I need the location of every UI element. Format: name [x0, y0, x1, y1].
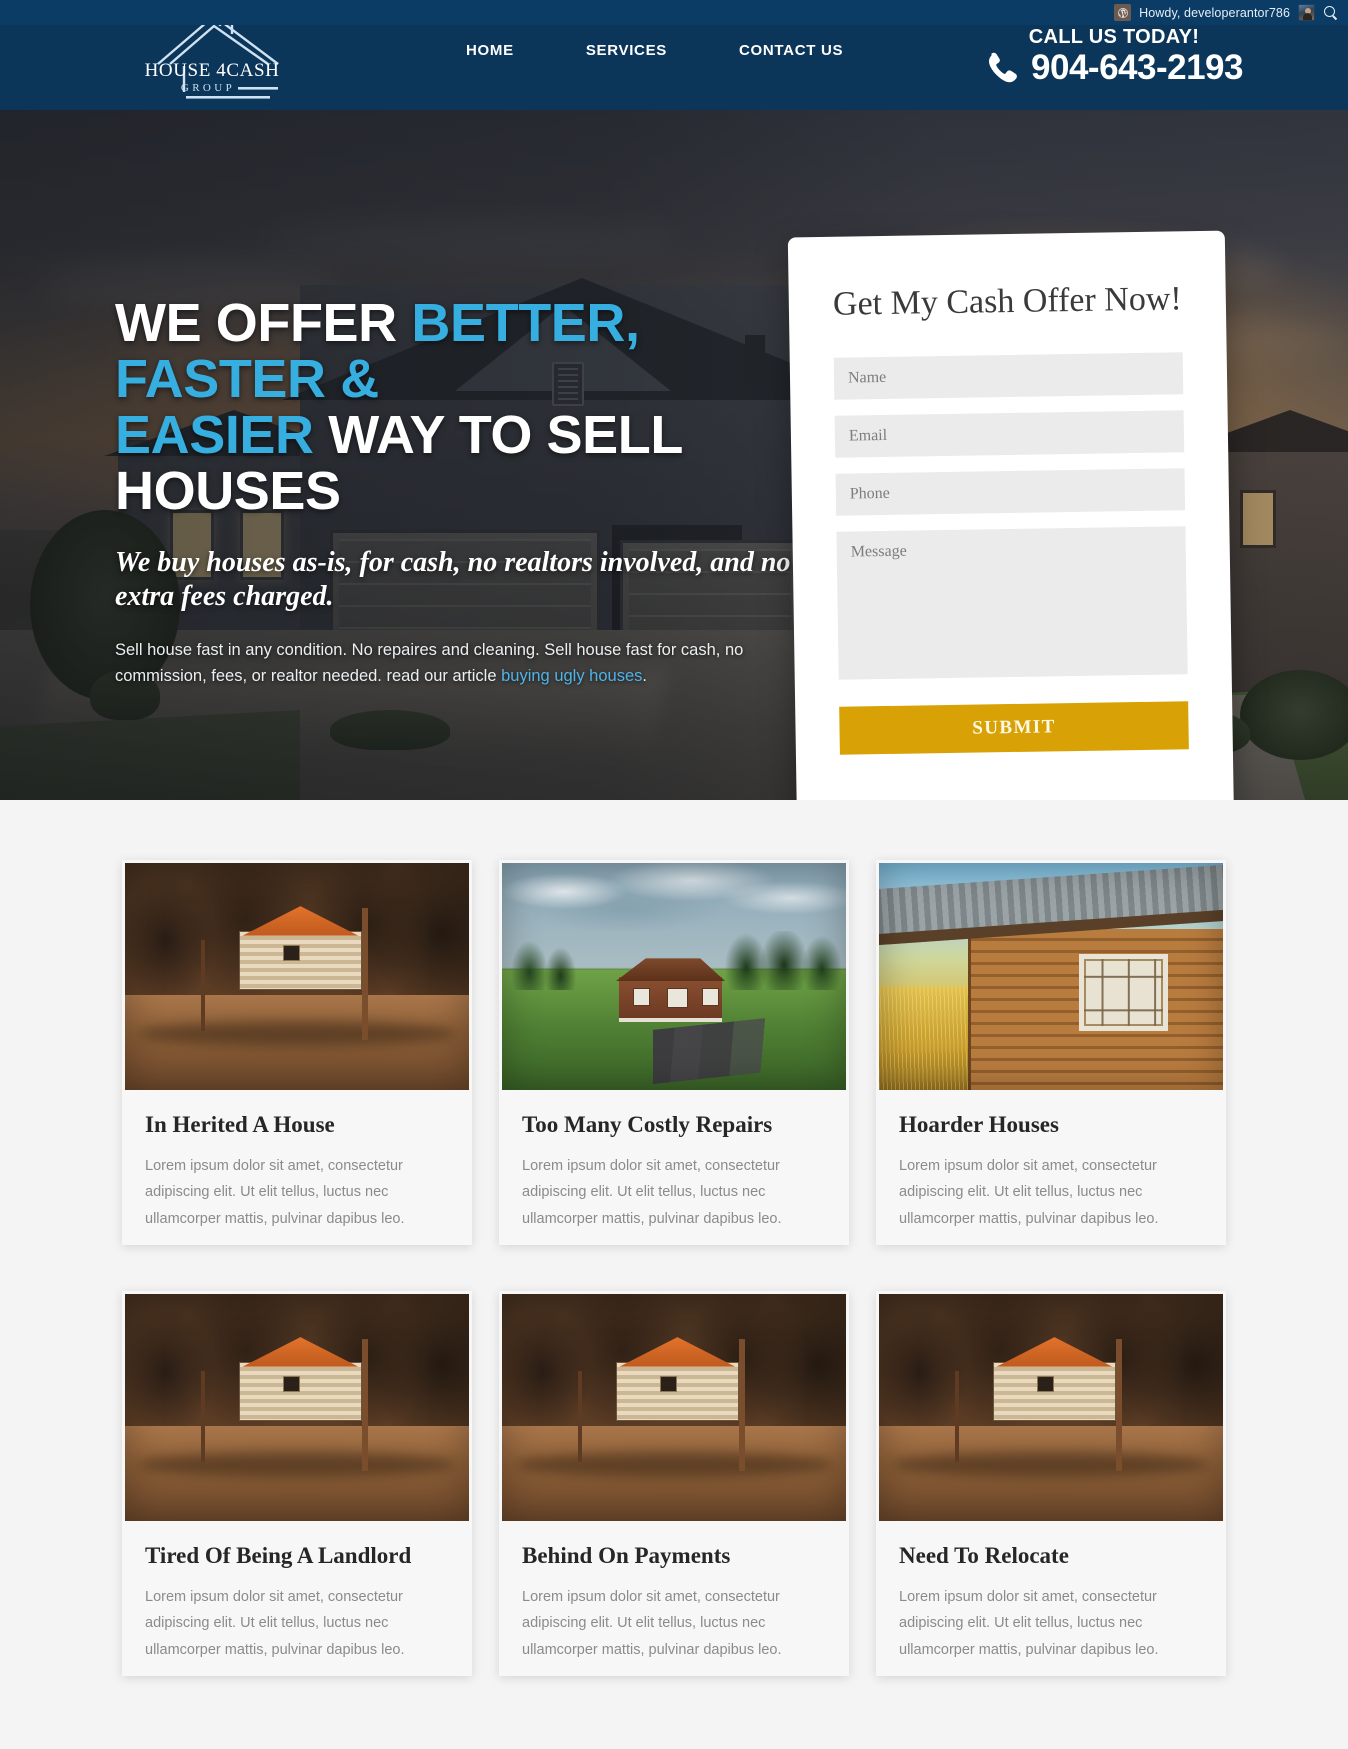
situation-card[interactable]: Behind On Payments Lorem ipsum dolor sit… — [499, 1291, 849, 1676]
card-image-wooden-cabin-window — [879, 863, 1223, 1090]
card-image-log-cabin-dirt-road — [125, 1294, 469, 1521]
svg-text:GROUP: GROUP — [181, 82, 235, 94]
card-title: Too Many Costly Repairs — [522, 1112, 773, 1137]
situation-card[interactable]: Hoarder Houses Lorem ipsum dolor sit ame… — [876, 860, 1226, 1245]
search-icon[interactable] — [1323, 5, 1338, 20]
situations-grid: In Herited A House Lorem ipsum dolor sit… — [122, 860, 1227, 1676]
hero-paragraph-end: . — [642, 666, 647, 685]
card-title: Behind On Payments — [522, 1543, 731, 1568]
avatar[interactable] — [1298, 4, 1315, 21]
hero-headline-accent2: EASIER — [115, 405, 314, 466]
nav-item-home[interactable]: HOME — [430, 42, 550, 59]
card-text: Lorem ipsum dolor sit amet, consectetur … — [899, 1157, 1159, 1228]
situation-card[interactable]: Tired Of Being A Landlord Lorem ipsum do… — [122, 1291, 472, 1676]
svg-text:HOUSE 4CASH: HOUSE 4CASH — [145, 60, 280, 81]
card-image-log-cabin-dirt-road — [502, 1294, 846, 1521]
card-text: Lorem ipsum dolor sit amet, consectetur … — [145, 1588, 405, 1659]
card-title: Tired Of Being A Landlord — [145, 1543, 412, 1568]
nav-item-contact-us[interactable]: CONTACT US — [703, 42, 879, 59]
card-title: In Herited A House — [145, 1112, 335, 1137]
card-text: Lorem ipsum dolor sit amet, consectetur … — [522, 1157, 782, 1228]
hero-headline: WE OFFER BETTER, FASTER & EASIER WAY TO … — [115, 295, 795, 520]
card-title: Need To Relocate — [899, 1543, 1069, 1568]
phone-input[interactable] — [835, 468, 1186, 516]
hero-paragraph-text: Sell house fast in any condition. No rep… — [115, 640, 744, 685]
phone-icon — [985, 51, 1017, 85]
submit-button[interactable]: SUBMIT — [839, 701, 1189, 755]
buying-ugly-houses-link[interactable]: buying ugly houses — [501, 667, 642, 685]
card-image-log-cabin-dirt-road — [125, 863, 469, 1090]
nav-item-services[interactable]: SERVICES — [550, 42, 703, 59]
situations-section: In Herited A House Lorem ipsum dolor sit… — [0, 800, 1348, 1749]
situation-card[interactable]: In Herited A House Lorem ipsum dolor sit… — [122, 860, 472, 1245]
main-navigation: HOME SERVICES CONTACT US — [430, 42, 879, 59]
situation-card[interactable]: Need To Relocate Lorem ipsum dolor sit a… — [876, 1291, 1226, 1676]
card-image-log-cabin-dirt-road — [879, 1294, 1223, 1521]
howdy-greeting[interactable]: Howdy, developerantor786 — [1139, 6, 1290, 20]
email-field[interactable] — [834, 410, 1185, 458]
hero-copy: WE OFFER BETTER, FASTER & EASIER WAY TO … — [115, 295, 795, 689]
card-text: Lorem ipsum dolor sit amet, consectetur … — [899, 1588, 1159, 1659]
cash-offer-form: Get My Cash Offer Now! SUBMIT — [787, 230, 1236, 800]
hero-section: WE OFFER BETTER, FASTER & EASIER WAY TO … — [0, 110, 1348, 800]
message-textarea[interactable] — [836, 526, 1188, 680]
card-image-red-house-green-lawn — [502, 863, 846, 1090]
form-title: Get My Cash Offer Now! — [832, 280, 1182, 323]
hero-subheadline: We buy houses as-is, for cash, no realto… — [115, 546, 791, 612]
call-us-block: CALL US TODAY! 904-643-2193 — [924, 26, 1304, 85]
name-input[interactable] — [833, 352, 1184, 400]
card-title: Hoarder Houses — [899, 1112, 1059, 1137]
hero-headline-part1: WE OFFER — [115, 293, 412, 353]
call-us-label: CALL US TODAY! — [1028, 26, 1200, 48]
wordpress-icon[interactable] — [1114, 4, 1132, 21]
phone-number[interactable]: 904-643-2193 — [1031, 50, 1243, 85]
situation-card[interactable]: Too Many Costly Repairs Lorem ipsum dolo… — [499, 860, 849, 1245]
wp-admin-bar: Howdy, developerantor786 — [0, 0, 1348, 25]
hero-paragraph: Sell house fast in any condition. No rep… — [115, 638, 780, 689]
card-text: Lorem ipsum dolor sit amet, consectetur … — [145, 1157, 405, 1228]
card-text: Lorem ipsum dolor sit amet, consectetur … — [522, 1588, 782, 1659]
